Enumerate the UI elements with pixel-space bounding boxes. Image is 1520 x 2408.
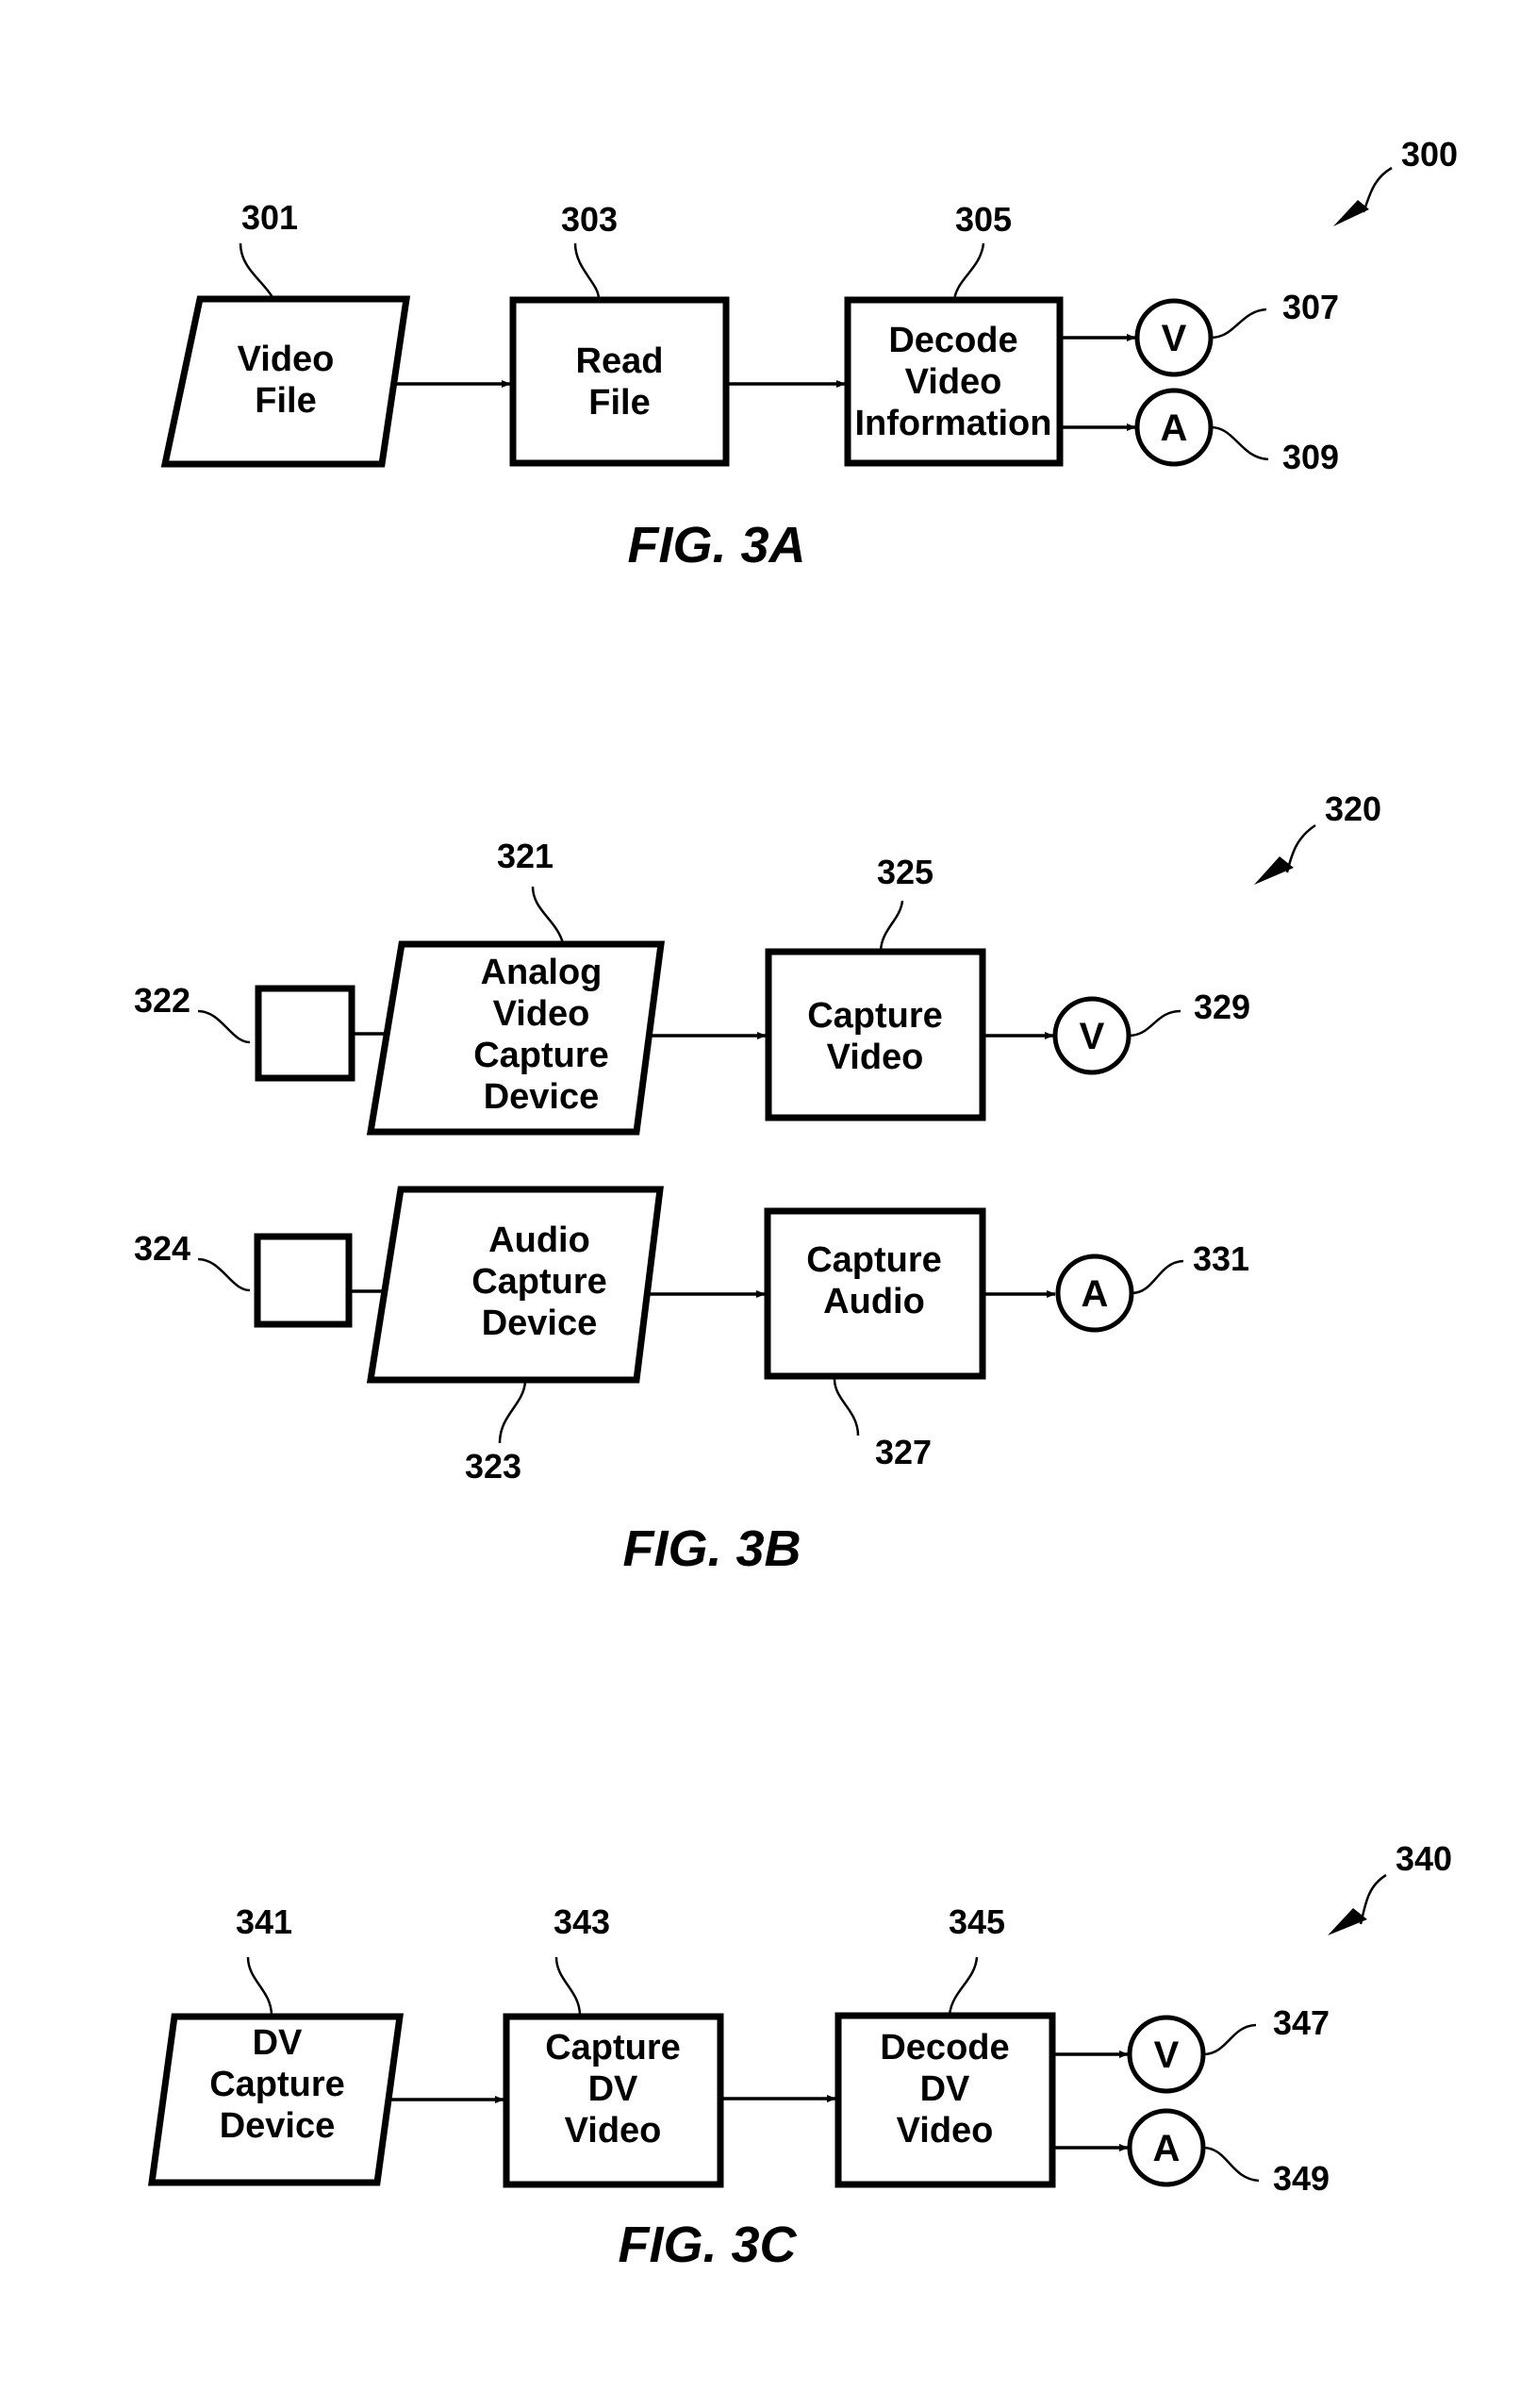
capture-dv-label-line1: Capture — [545, 2028, 681, 2068]
leader-349 — [1202, 2146, 1260, 2183]
ref-303: 303 — [561, 200, 618, 239]
leader-321 — [531, 886, 565, 944]
read-file-block — [509, 296, 730, 467]
audio-output-label: A — [1153, 2128, 1181, 2169]
video-source-block — [255, 985, 355, 1082]
audio-capture-label-line2: Capture — [471, 1262, 607, 1302]
ref-331: 331 — [1193, 1239, 1249, 1278]
leader-341 — [246, 1956, 273, 2017]
leader-331 — [1131, 1259, 1184, 1295]
ref-345: 345 — [949, 1902, 1005, 1941]
leader-301 — [239, 242, 275, 300]
leader-324 — [197, 1257, 251, 1292]
audio-source-block — [254, 1233, 353, 1328]
decode-dv-label-line2: DV — [920, 2069, 970, 2109]
decode-label-line1: Decode — [888, 321, 1017, 360]
capture-dv-label-line2: DV — [588, 2069, 638, 2109]
dv-capture-label-line2: Capture — [209, 2065, 345, 2104]
ref-341: 341 — [236, 1902, 292, 1941]
figure-3b: 320 322 321 Analog Video Capture Device … — [134, 789, 1381, 1577]
leader-320 — [1285, 823, 1316, 873]
analog-label-line3: Capture — [473, 1036, 609, 1075]
dv-capture-label-line3: Device — [220, 2106, 336, 2146]
video-output-label: V — [1080, 1016, 1105, 1057]
figure-3c: 340 341 DV Capture Device 343 Capture DV… — [147, 1839, 1452, 2273]
ref-324: 324 — [134, 1229, 190, 1268]
ref-309: 309 — [1282, 438, 1339, 476]
leader-329 — [1128, 1009, 1181, 1038]
video-file-label-line1: Video — [238, 340, 335, 379]
ref-325: 325 — [877, 853, 933, 891]
capture-dv-label-line3: Video — [565, 2111, 662, 2151]
ref-322: 322 — [134, 981, 190, 1020]
leader-345 — [948, 1956, 979, 2016]
read-file-label-line2: File — [588, 383, 650, 423]
decode-dv-label-line1: Decode — [880, 2028, 1009, 2068]
ref-327: 327 — [875, 1433, 932, 1471]
audio-capture-label-line3: Device — [482, 1304, 598, 1343]
ref-320: 320 — [1325, 789, 1381, 828]
decode-label-line2: Video — [905, 362, 1002, 402]
ref-347: 347 — [1273, 2003, 1330, 2042]
leader-307 — [1210, 307, 1267, 340]
ref-307: 307 — [1282, 288, 1339, 326]
ref-321: 321 — [497, 837, 553, 875]
dv-capture-label-line1: DV — [253, 2023, 303, 2063]
leader-322 — [197, 1009, 251, 1044]
ref-349: 349 — [1273, 2159, 1330, 2198]
ref-329: 329 — [1194, 988, 1250, 1026]
ref-305: 305 — [955, 200, 1012, 239]
ref-340: 340 — [1396, 1839, 1452, 1878]
analog-label-line1: Analog — [481, 953, 603, 992]
read-file-label-line1: Read — [576, 341, 664, 381]
audio-output-label: A — [1161, 407, 1188, 449]
patent-drawing: 300 301 Video File 303 Read File 305 Dec… — [134, 135, 1458, 2273]
decode-dv-label-line3: Video — [897, 2111, 994, 2151]
leader-327 — [833, 1378, 860, 1436]
ref-301: 301 — [241, 198, 298, 237]
leader-300 — [1362, 166, 1393, 213]
analog-label-line2: Video — [493, 994, 590, 1034]
capture-audio-label-line1: Capture — [806, 1240, 942, 1280]
leader-309 — [1210, 425, 1269, 461]
capture-video-label-line2: Video — [827, 1038, 924, 1077]
leader-305 — [952, 242, 985, 301]
leader-343 — [554, 1956, 582, 2017]
capture-audio-label-line2: Audio — [823, 1282, 925, 1321]
leader-347 — [1202, 2023, 1257, 2056]
arrow-300-icon — [1333, 200, 1369, 226]
leader-303 — [573, 242, 601, 300]
arrow-340-icon — [1328, 1908, 1367, 1935]
audio-output-label: A — [1082, 1273, 1109, 1315]
analog-label-line4: Device — [484, 1077, 600, 1117]
figure-3a: 300 301 Video File 303 Read File 305 Dec… — [160, 135, 1458, 573]
video-file-label-line2: File — [255, 381, 316, 421]
video-output-label: V — [1154, 2034, 1180, 2076]
leader-323 — [498, 1381, 527, 1444]
ref-343: 343 — [553, 1902, 610, 1941]
video-output-label: V — [1162, 318, 1187, 359]
leader-325 — [879, 900, 904, 952]
figure-3a-caption: FIG. 3A — [627, 517, 805, 573]
decode-label-line3: Information — [855, 404, 1052, 443]
leader-340 — [1359, 1873, 1387, 1925]
capture-video-label-line1: Capture — [807, 996, 943, 1036]
ref-300: 300 — [1401, 135, 1458, 174]
figure-3b-caption: FIG. 3B — [622, 1520, 801, 1577]
audio-capture-label-line1: Audio — [488, 1221, 590, 1260]
figure-3c-caption: FIG. 3C — [618, 2217, 797, 2273]
ref-323: 323 — [465, 1447, 521, 1486]
